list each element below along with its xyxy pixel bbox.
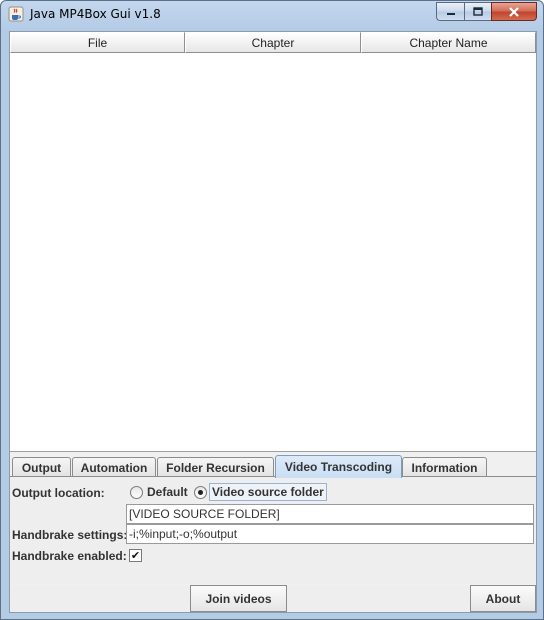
minimize-button[interactable] (436, 2, 464, 21)
output-folder-field[interactable]: [VIDEO SOURCE FOLDER] (126, 504, 534, 524)
output-location-label: Output location: (12, 486, 105, 500)
radio-video-source-folder[interactable] (194, 486, 207, 499)
tab-video-transcoding[interactable]: Video Transcoding (275, 455, 402, 478)
tab-strip: Output Automation Folder Recursion Video… (10, 455, 536, 478)
about-button[interactable]: About (470, 585, 536, 612)
tab-output[interactable]: Output (12, 457, 71, 477)
tab-information[interactable]: Information (402, 457, 487, 477)
maximize-button[interactable] (464, 2, 491, 21)
video-transcoding-panel: Output location: Default Video source fo… (10, 476, 536, 584)
close-icon (509, 6, 519, 17)
chapter-table[interactable]: File Chapter Chapter Name (10, 32, 536, 452)
handbrake-settings-label: Handbrake settings: (12, 528, 128, 542)
window-controls (436, 2, 537, 21)
column-header-chapter-name[interactable]: Chapter Name (361, 32, 536, 53)
client-area: File Chapter Chapter Name Output Automat… (9, 31, 537, 613)
column-header-chapter[interactable]: Chapter (185, 32, 361, 53)
close-button[interactable] (491, 2, 537, 21)
column-header-file[interactable]: File (10, 32, 185, 53)
radio-default-label[interactable]: Default (145, 484, 190, 500)
handbrake-settings-field[interactable]: -i;%input;-o;%output (126, 524, 534, 544)
radio-video-source-folder-label[interactable]: Video source folder (209, 483, 327, 501)
title-bar[interactable]: Java MP4Box Gui v1.8 (1, 1, 543, 29)
join-videos-button[interactable]: Join videos (190, 585, 287, 612)
maximize-icon (473, 7, 483, 16)
window-title: Java MP4Box Gui v1.8 (30, 7, 161, 21)
radio-default[interactable] (130, 486, 143, 499)
main-window: Java MP4Box Gui v1.8 File Chapter Chapte… (0, 0, 544, 620)
java-cup-icon (8, 6, 24, 22)
checkmark-icon: ✔ (130, 549, 141, 562)
minimize-icon (446, 12, 455, 15)
tab-folder-recursion[interactable]: Folder Recursion (157, 457, 274, 477)
handbrake-enabled-label: Handbrake enabled: (12, 549, 127, 563)
bottom-button-bar: Join videos About (10, 585, 536, 612)
tab-automation[interactable]: Automation (72, 457, 156, 477)
table-header: File Chapter Chapter Name (10, 32, 536, 53)
handbrake-enabled-checkbox[interactable]: ✔ (129, 549, 142, 562)
